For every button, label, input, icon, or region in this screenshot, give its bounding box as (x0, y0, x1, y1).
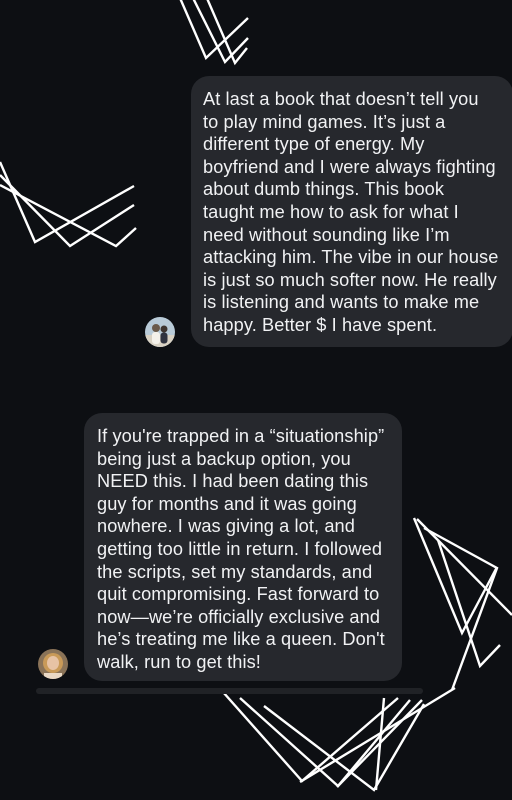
comment-bubble[interactable]: At last a book that doesn’t tell you to … (191, 76, 512, 347)
avatar-woman-icon (38, 649, 68, 679)
user-photo-avatar[interactable] (38, 649, 68, 679)
comment-bubble[interactable]: If you're trapped in a “situationship” b… (84, 413, 402, 681)
left-chevron-decoration (0, 161, 137, 248)
avatar-couple-icon (145, 317, 175, 347)
user-photo-avatar[interactable] (145, 317, 175, 347)
top-chevron-decoration (179, 0, 249, 66)
next-comment-edge (36, 688, 423, 694)
